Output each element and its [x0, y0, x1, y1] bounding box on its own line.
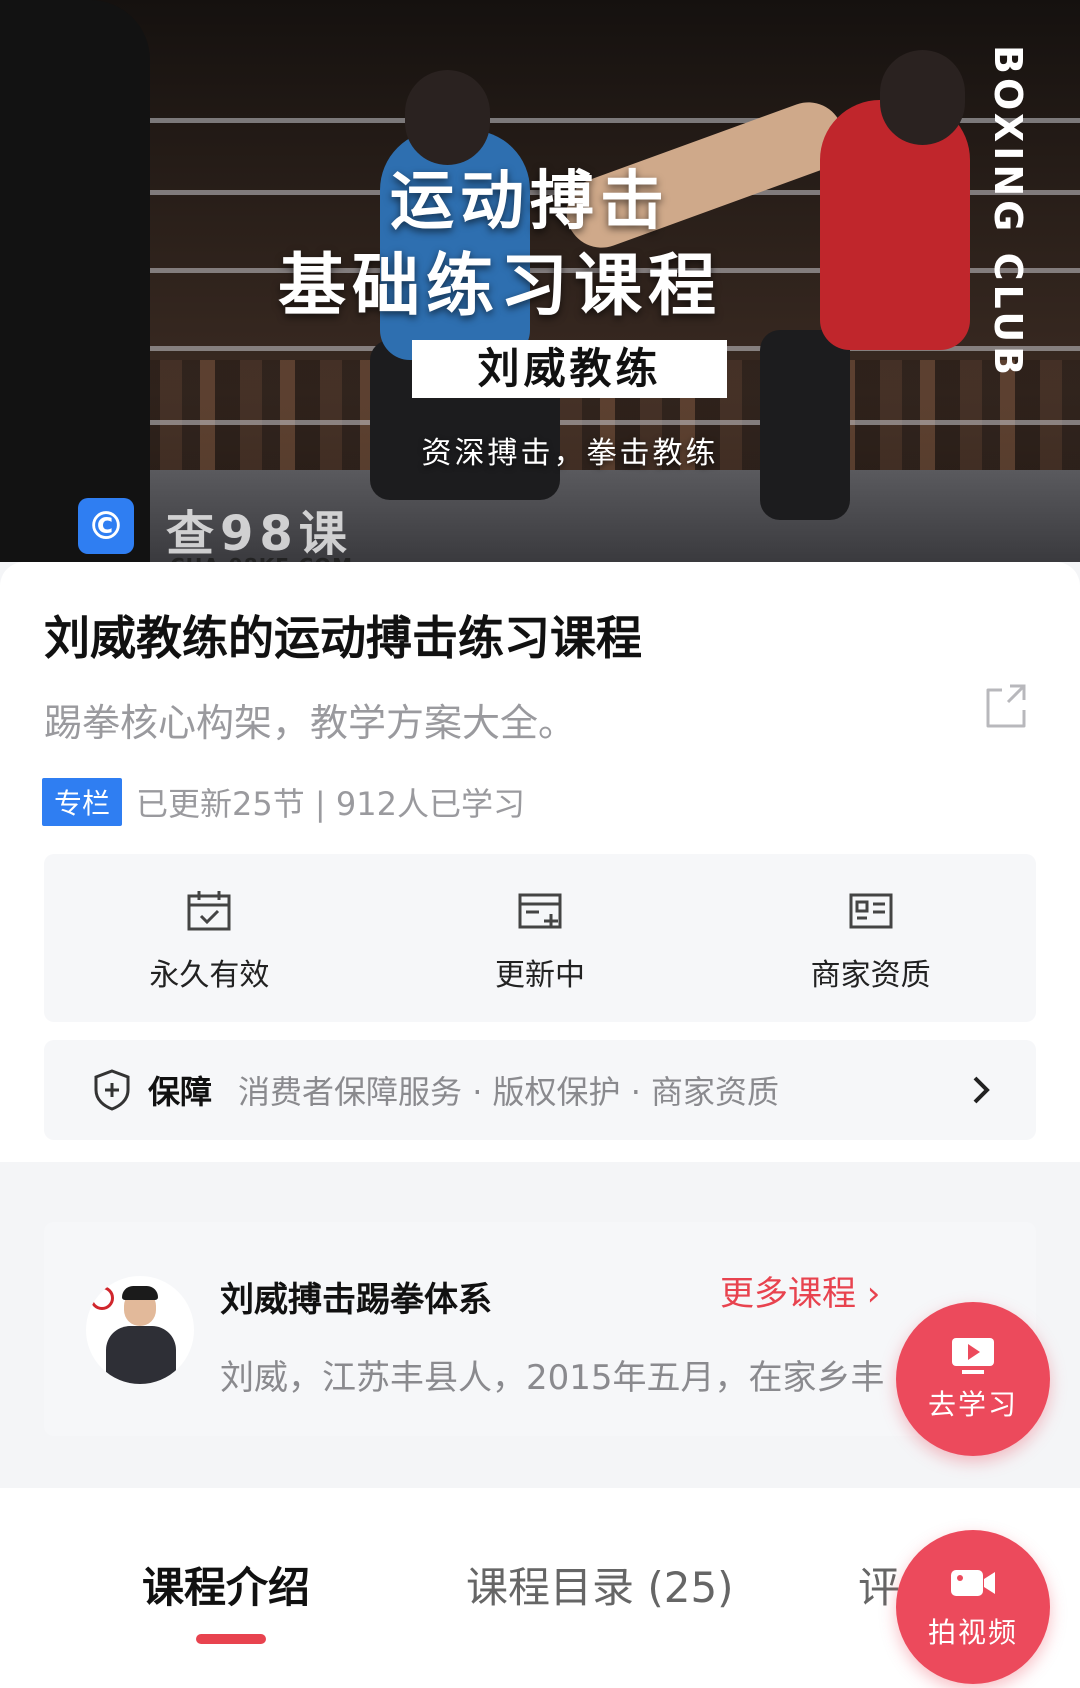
record-video-button[interactable]: 拍视频 [896, 1530, 1050, 1684]
share-icon[interactable] [980, 680, 1032, 732]
tab-intro[interactable]: 课程介绍 [142, 1554, 310, 1615]
avatar-logo-icon [90, 1286, 114, 1310]
course-banner: 运动搏击 基础练习课程 刘威教练 资深搏击，拳击教练 BOXING CLUB ©… [0, 0, 1080, 562]
guarantee-items: 消费者保障服务 · 版权保护 · 商家资质 [238, 1073, 780, 1111]
teacher-avatar[interactable] [86, 1276, 194, 1384]
fighter-right-legs [760, 330, 850, 520]
record-video-label: 拍视频 [927, 1616, 1018, 1649]
watermark-url: CHA.98KE.COM [170, 554, 353, 562]
tab-catalog[interactable]: 课程目录 (25) [466, 1554, 734, 1615]
fighter-right-head [880, 50, 965, 145]
go-study-label: 去学习 [927, 1388, 1018, 1421]
chevron-right-icon [973, 1076, 990, 1104]
teacher-description: 刘威，江苏丰县人，2015年五月，在家乡丰 [220, 1358, 885, 1398]
watermark-logo-icon: © [78, 498, 134, 554]
feature-qualification-label: 商家资质 [810, 958, 931, 993]
more-courses-link[interactable]: 更多课程 › [720, 1266, 880, 1315]
feature-permanent-label: 永久有效 [149, 958, 270, 993]
banner-title-line2: 基础练习课程 [277, 247, 722, 326]
play-screen-icon [952, 1338, 994, 1374]
course-subtitle: 踢拳核心构架，教学方案大全。 [44, 701, 577, 745]
banner-coach-subtitle: 资深搏击，拳击教练 [421, 436, 719, 471]
id-card-icon [849, 893, 893, 929]
column-tag: 专栏 [42, 778, 123, 826]
guarantee-row[interactable]: 保障 消费者保障服务 · 版权保护 · 商家资质 [44, 1040, 1036, 1140]
course-info-card: 刘威教练的运动搏击练习课程 踢拳核心构架，教学方案大全。 专栏 已更新25节 |… [0, 562, 1080, 1162]
go-study-button[interactable]: 去学习 [896, 1302, 1050, 1456]
banner-club-text: BOXING CLUB [986, 45, 1030, 380]
teacher-card[interactable]: 刘威搏击踢拳体系 更多课程 › 刘威，江苏丰县人，2015年五月，在家乡丰 [44, 1222, 1036, 1436]
card-plus-icon [518, 893, 562, 929]
teacher-name: 刘威搏击踢拳体系 [220, 1280, 492, 1320]
feature-updating-label: 更新中 [495, 958, 585, 993]
guarantee-title: 保障 [148, 1073, 213, 1111]
feature-panel: 永久有效 更新中 商家资质 [44, 854, 1036, 1022]
tab-active-indicator [196, 1634, 266, 1644]
banner-title-line1: 运动搏击 [390, 165, 670, 239]
shield-plus-icon [94, 1069, 130, 1111]
video-camera-icon [951, 1570, 995, 1596]
banner-coach-label: 刘威教练 [412, 340, 727, 398]
course-meta: 专栏 已更新25节 | 912人已学习 [42, 778, 525, 826]
course-title: 刘威教练的运动搏击练习课程 [44, 611, 642, 665]
feature-permanent[interactable]: 永久有效 [44, 854, 375, 1022]
calendar-check-icon [187, 891, 231, 931]
watermark-text: 查98课 [166, 506, 353, 562]
feature-qualification[interactable]: 商家资质 [705, 854, 1036, 1022]
feature-updating[interactable]: 更新中 [375, 854, 706, 1022]
course-meta-text: 已更新25节 | 912人已学习 [136, 785, 525, 823]
